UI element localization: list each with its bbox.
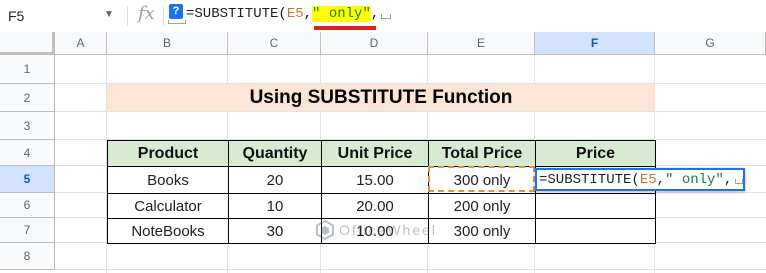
header-product[interactable]: Product: [107, 140, 229, 167]
row-header-6[interactable]: 6: [0, 193, 55, 218]
formula-highlighted-text: " only": [312, 6, 371, 22]
header-quantity[interactable]: Quantity: [228, 140, 322, 167]
formula-input[interactable]: =SUBSTITUTE(E5," only",: [186, 6, 379, 22]
table-cell[interactable]: [535, 218, 656, 244]
table-cell[interactable]: 20: [228, 166, 322, 194]
row-header-8[interactable]: 8: [0, 243, 55, 270]
divider: [127, 6, 128, 26]
column-header-b[interactable]: B: [107, 32, 228, 55]
dropdown-arrow-icon[interactable]: ▼: [104, 9, 114, 20]
select-all-corner[interactable]: [0, 32, 55, 55]
help-icon-base: [168, 20, 186, 24]
space-marker-icon: [735, 179, 743, 184]
help-icon[interactable]: ?: [169, 4, 183, 19]
header-total-price[interactable]: Total Price: [428, 140, 536, 167]
officewheel-logo-icon: [316, 220, 334, 240]
column-header-d[interactable]: D: [321, 32, 428, 55]
sheet-title[interactable]: Using SUBSTITUTE Function: [107, 84, 655, 111]
editor-comma: ,: [656, 171, 666, 188]
referenced-cell-highlight: [428, 166, 535, 192]
watermark: OfficeWheel: [315, 220, 437, 240]
table-cell[interactable]: 15.00: [321, 166, 429, 194]
table-cell[interactable]: 200 only: [428, 193, 536, 219]
name-box[interactable]: F5 ▼: [0, 0, 122, 32]
column-header-f[interactable]: F: [535, 32, 655, 55]
row-header-4[interactable]: 4: [0, 140, 55, 166]
column-header-c[interactable]: C: [228, 32, 321, 55]
formula-bar: F5 ▼ fx ? =SUBSTITUTE(E5," only",: [0, 0, 766, 33]
table-cell[interactable]: [535, 193, 656, 219]
table-cell[interactable]: NoteBooks: [107, 218, 229, 244]
column-header-a[interactable]: A: [55, 32, 107, 55]
formula-suffix: ,: [370, 6, 380, 22]
editor-prefix: =SUBSTITUTE(: [539, 171, 640, 188]
divider: [163, 6, 164, 26]
table-cell[interactable]: 30: [228, 218, 322, 244]
row-header-7[interactable]: 7: [0, 218, 55, 243]
editor-comma: ,: [723, 171, 733, 188]
column-header-g[interactable]: G: [655, 32, 766, 55]
function-icon: fx: [138, 3, 155, 24]
formula-prefix: =SUBSTITUTE(: [186, 6, 287, 22]
row-header-3[interactable]: 3: [0, 112, 55, 140]
header-unit-price[interactable]: Unit Price: [321, 140, 429, 167]
table-cell[interactable]: 10: [228, 193, 322, 219]
table-cell[interactable]: 20.00: [321, 193, 429, 219]
cell-reference: F5: [8, 8, 25, 24]
red-underline: [314, 26, 376, 30]
watermark-text: OfficeWheel: [339, 222, 437, 238]
row-header-1[interactable]: 1: [0, 55, 55, 84]
editor-cell-ref: E5: [639, 171, 657, 188]
row-header-2[interactable]: 2: [0, 84, 55, 112]
column-header-e[interactable]: E: [428, 32, 535, 55]
gridline: [55, 111, 766, 112]
table-cell[interactable]: Books: [107, 166, 229, 194]
space-marker-icon: [381, 14, 391, 19]
formula-comma: ,: [303, 6, 313, 22]
gridline: [55, 269, 766, 270]
table-cell[interactable]: 300 only: [428, 218, 536, 244]
editor-string: " only": [665, 171, 724, 188]
formula-cell-ref: E5: [286, 6, 304, 22]
cell-formula-editor[interactable]: =SUBSTITUTE(E5, " only",: [535, 168, 745, 191]
header-price[interactable]: Price: [535, 140, 656, 167]
row-header-5[interactable]: 5: [0, 166, 55, 193]
table-cell[interactable]: Calculator: [107, 193, 229, 219]
